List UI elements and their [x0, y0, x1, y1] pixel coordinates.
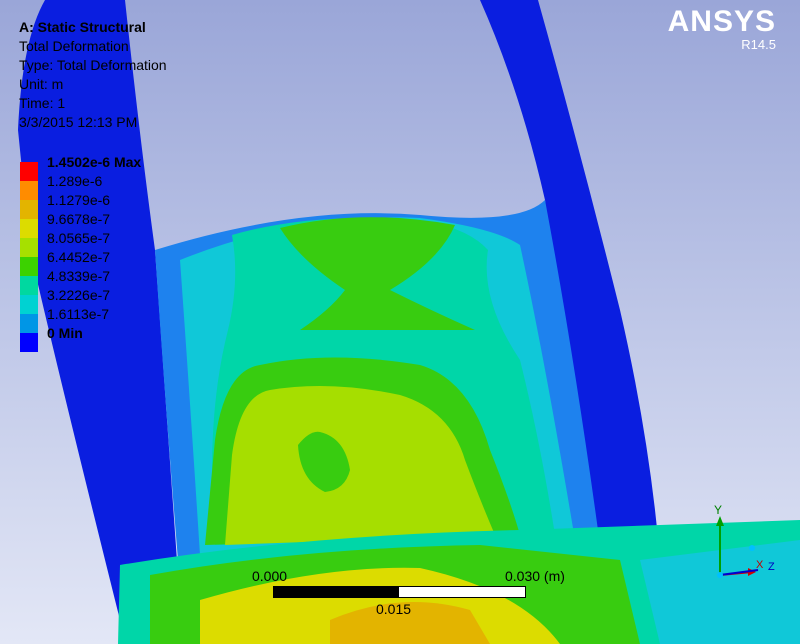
triad-rotate-icon [749, 545, 755, 551]
result-unit: Unit: m [19, 76, 64, 92]
legend-swatch [20, 276, 38, 295]
legend-label: 6.4452e-7 [47, 249, 111, 265]
legend-swatch [20, 295, 38, 314]
legend-label: 9.6678e-7 [47, 211, 111, 227]
brand-name: ANSYS [667, 5, 776, 38]
brand-version: R14.5 [741, 37, 776, 52]
legend-swatch [20, 333, 38, 352]
scale-end-label: 0.030 (m) [505, 568, 565, 584]
legend-label: 1.6113e-7 [47, 306, 110, 322]
legend-swatch [20, 257, 38, 276]
legend-label: 3.2226e-7 [47, 287, 111, 303]
legend-swatch [20, 162, 38, 181]
coordinate-triad[interactable]: Y X Z [700, 500, 780, 590]
scale-start-label: 0.000 [252, 568, 288, 584]
legend-swatch [20, 200, 38, 219]
legend-swatch [20, 219, 38, 238]
graphics-viewport[interactable]: A: Static Structural Total Deformation T… [0, 0, 800, 644]
triad-z-label: Z [768, 561, 775, 573]
legend-label: 1.289e-6 [47, 173, 103, 189]
triad-y-label: Y [714, 503, 722, 517]
deformation-contour-model[interactable] [0, 0, 800, 644]
legend-swatch [20, 238, 38, 257]
legend-label: 8.0565e-7 [47, 230, 111, 246]
legend-label: 1.1279e-6 [47, 192, 111, 208]
scale-mid-label: 0.015 [376, 601, 412, 617]
legend-label: 0 Min [47, 325, 83, 341]
triad-y-arrow-icon [716, 516, 724, 526]
result-date: 3/3/2015 12:13 PM [19, 114, 138, 130]
analysis-title: A: Static Structural [19, 19, 146, 35]
legend-label: 4.8339e-7 [47, 268, 111, 284]
legend-swatch [20, 181, 38, 200]
triad-origin-icon [717, 572, 723, 578]
legend-swatch [20, 314, 38, 333]
scale-bar [273, 586, 526, 598]
triad-x-label: X [756, 559, 764, 571]
result-time: Time: 1 [19, 95, 66, 111]
legend-label: 1.4502e-6 Max [47, 154, 142, 170]
result-type: Type: Total Deformation [19, 57, 167, 73]
ansys-logo: ANSYS R14.5 [668, 6, 776, 52]
result-name: Total Deformation [19, 38, 129, 54]
scale-bar-fill [274, 587, 399, 597]
